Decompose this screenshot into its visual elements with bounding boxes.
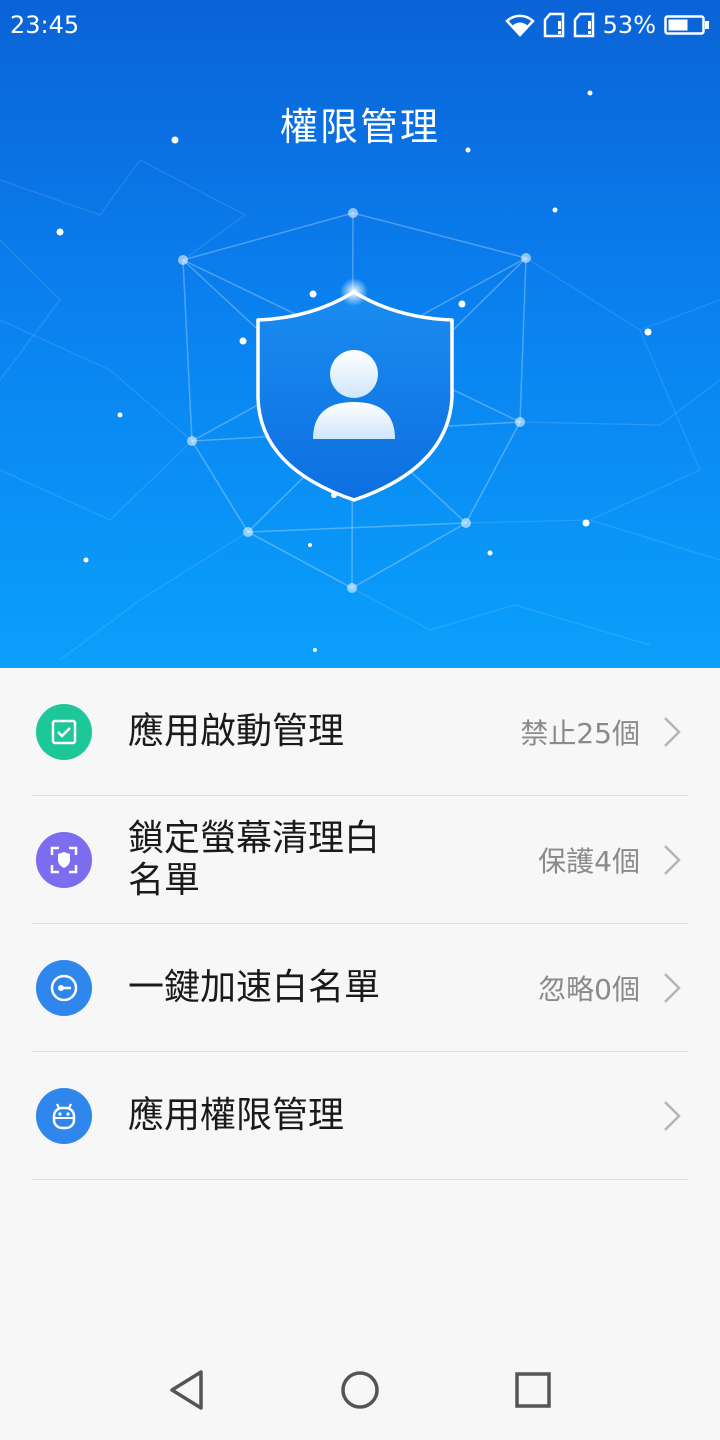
recents-button[interactable] — [503, 1360, 563, 1420]
back-button[interactable] — [157, 1360, 217, 1420]
status-time: 23:45 — [10, 11, 80, 39]
app-start-check-icon — [36, 703, 92, 760]
settings-list: 應用啟動管理 禁止25個 鎖定螢幕清理白名單 保護4個 一鍵加速白名單 忽略0個… — [0, 668, 720, 1180]
shield-user-icon — [256, 278, 454, 502]
item-label: 一鍵加速白名單 — [128, 966, 381, 1008]
navigation-bar — [0, 1340, 720, 1440]
list-item-app-startup[interactable]: 應用啟動管理 禁止25個 — [32, 668, 688, 796]
page-title: 權限管理 — [279, 105, 440, 149]
item-value: 保護4個 — [538, 844, 640, 878]
item-label: 鎖定螢幕清理白名單 — [128, 817, 381, 901]
chevron-right-icon — [664, 1100, 681, 1131]
recents-square-icon — [515, 1372, 552, 1408]
item-label: 應用啟動管理 — [128, 710, 345, 752]
lock-screen-shield-icon — [36, 831, 92, 888]
sim-card-1-icon — [543, 12, 564, 38]
list-item-app-permissions[interactable]: 應用權限管理 — [32, 1052, 688, 1180]
sim-card-2-icon — [573, 12, 594, 38]
battery-percent: 53% — [602, 11, 656, 39]
header-banner: 23:45 53% 權限管理 — [0, 0, 720, 668]
list-item-lock-screen-whitelist[interactable]: 鎖定螢幕清理白名單 保護4個 — [32, 796, 688, 924]
item-value: 忽略0個 — [538, 972, 640, 1006]
back-triangle-icon — [169, 1370, 203, 1410]
wifi-icon — [504, 14, 535, 37]
item-value: 禁止25個 — [520, 716, 640, 750]
battery-icon — [664, 15, 709, 35]
home-button[interactable] — [330, 1360, 390, 1420]
home-circle-icon — [341, 1371, 379, 1409]
speed-dial-icon — [36, 959, 92, 1016]
chevron-right-icon — [664, 716, 681, 747]
status-bar: 23:45 53% — [0, 0, 720, 50]
item-label: 應用權限管理 — [128, 1094, 345, 1136]
chevron-right-icon — [664, 844, 681, 875]
chevron-right-icon — [664, 972, 681, 1003]
android-robot-icon — [36, 1087, 92, 1144]
list-item-speed-up-whitelist[interactable]: 一鍵加速白名單 忽略0個 — [32, 924, 688, 1052]
